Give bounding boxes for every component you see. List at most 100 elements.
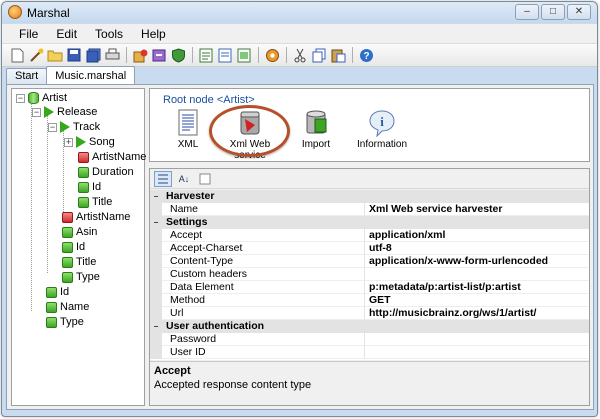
tab-start[interactable]: Start [6, 68, 48, 84]
form-preview-icon[interactable] [235, 46, 253, 64]
property-row[interactable]: Data Element p:metadata/p:artist-list/p:… [150, 281, 589, 294]
property-row[interactable]: Password [150, 333, 589, 346]
wizard-icon[interactable] [27, 46, 45, 64]
collapse-toggle[interactable]: − [32, 107, 41, 117]
shield-icon[interactable] [169, 46, 187, 64]
property-value[interactable]: Xml Web service harvester [365, 203, 589, 216]
export-icon[interactable] [150, 46, 168, 64]
tree-node-release[interactable]: − Release [32, 105, 97, 119]
property-value[interactable] [365, 333, 589, 346]
menu-tools[interactable]: Tools [86, 24, 132, 43]
cut-icon[interactable] [291, 46, 309, 64]
collapse-toggle[interactable]: − [16, 93, 25, 103]
category-settings[interactable]: − Settings [150, 216, 589, 229]
property-name: Accept [162, 229, 365, 242]
property-value[interactable]: application/xml [365, 229, 589, 242]
row-gutter [150, 281, 162, 294]
tree-node-label: Track [73, 121, 101, 133]
field-icon [46, 286, 57, 298]
tree-node-track-artistname[interactable]: ArtistName [78, 150, 146, 164]
property-value[interactable] [365, 268, 589, 281]
tree-node-release-artistname[interactable]: ArtistName [62, 210, 130, 224]
save-icon[interactable] [65, 46, 83, 64]
toolbar-separator [126, 47, 127, 63]
tree-node-track-title[interactable]: Title [78, 195, 112, 209]
tree-node-artist-type[interactable]: Type [46, 315, 84, 329]
toolbar: ? [2, 44, 597, 67]
settings-icon[interactable] [263, 46, 281, 64]
expand-toggle[interactable]: + [64, 137, 73, 147]
property-value[interactable] [365, 346, 589, 359]
form-icon[interactable] [197, 46, 215, 64]
information-action[interactable]: i Information [352, 109, 412, 150]
property-value[interactable]: p:metadata/p:artist-list/p:artist [365, 281, 589, 294]
property-row[interactable]: Url http://musicbrainz.org/ws/1/artist/ [150, 307, 589, 320]
menu-file[interactable]: File [10, 24, 47, 43]
form-edit-icon[interactable] [216, 46, 234, 64]
field-icon [78, 181, 89, 193]
paste-icon[interactable] [329, 46, 347, 64]
element-group-icon [44, 106, 54, 118]
category-harvester[interactable]: − Harvester [150, 190, 589, 203]
tree-node-artist[interactable]: − Artist [16, 91, 67, 105]
new-document-icon[interactable] [8, 46, 26, 64]
categorized-view-button[interactable] [154, 170, 172, 187]
collapse-category-icon[interactable]: − [150, 190, 162, 203]
help-icon[interactable]: ? [357, 46, 375, 64]
property-pages-button[interactable] [196, 171, 214, 187]
property-row[interactable]: Custom headers [150, 268, 589, 281]
tree-node-release-title[interactable]: Title [62, 255, 96, 269]
property-row[interactable]: Name Xml Web service harvester [150, 203, 589, 216]
tree-node-release-id[interactable]: Id [62, 240, 85, 254]
collapse-category-icon[interactable]: − [150, 216, 162, 229]
xml-document-icon [173, 109, 203, 137]
property-value[interactable]: http://musicbrainz.org/ws/1/artist/ [365, 307, 589, 320]
tree-node-artist-id[interactable]: Id [46, 285, 69, 299]
window-title: Marshal [27, 6, 70, 20]
required-field-icon [78, 151, 89, 163]
field-icon [46, 301, 57, 313]
close-button[interactable]: ✕ [567, 4, 591, 20]
minimize-button[interactable]: – [515, 4, 539, 20]
open-folder-icon[interactable] [46, 46, 64, 64]
property-value[interactable]: GET [365, 294, 589, 307]
property-row[interactable]: Accept application/xml [150, 229, 589, 242]
tab-music-marshal[interactable]: Music.marshal [46, 66, 136, 84]
property-row[interactable]: Content-Type application/x-www-form-urle… [150, 255, 589, 268]
copy-icon[interactable] [310, 46, 328, 64]
tree-node-label: Song [89, 136, 115, 148]
save-all-icon[interactable] [84, 46, 102, 64]
category-user-authentication[interactable]: − User authentication [150, 320, 589, 333]
property-row[interactable]: Accept-Charset utf-8 [150, 242, 589, 255]
collapse-category-icon[interactable]: − [150, 320, 162, 333]
tree-node-song[interactable]: + Song [64, 135, 115, 149]
collapse-toggle[interactable]: − [48, 122, 57, 132]
row-gutter [150, 255, 162, 268]
tree-node-artist-name[interactable]: Name [46, 300, 89, 314]
tree-node-label: Id [76, 241, 86, 253]
property-name: Custom headers [162, 268, 365, 281]
field-icon [46, 316, 57, 328]
menu-edit[interactable]: Edit [47, 24, 86, 43]
tree-node-track-id[interactable]: Id [78, 180, 101, 194]
menu-help[interactable]: Help [132, 24, 175, 43]
tree-node-label: Name [60, 301, 90, 313]
tree-node-release-type[interactable]: Type [62, 270, 100, 284]
harvest-icon[interactable] [131, 46, 149, 64]
property-value[interactable]: application/x-www-form-urlencoded [365, 255, 589, 268]
tree-node-duration[interactable]: Duration [78, 165, 134, 179]
description-text: Accepted response content type [154, 379, 312, 391]
property-row[interactable]: User ID [150, 346, 589, 359]
schema-tree[interactable]: − Artist − Release − Track + Song Artist… [11, 88, 146, 406]
title-bar[interactable]: Marshal – □ ✕ [2, 2, 597, 23]
import-action[interactable]: Import [286, 109, 346, 150]
property-row[interactable]: Method GET [150, 294, 589, 307]
information-action-label: Information [356, 139, 408, 150]
property-value[interactable]: utf-8 [365, 242, 589, 255]
maximize-button[interactable]: □ [541, 4, 565, 20]
tree-node-asin[interactable]: Asin [62, 225, 97, 239]
tree-node-track[interactable]: − Track [48, 120, 100, 134]
svg-text:i: i [380, 114, 384, 129]
print-icon[interactable] [103, 46, 121, 64]
alphabetical-sort-button[interactable]: A↓ [175, 171, 193, 187]
